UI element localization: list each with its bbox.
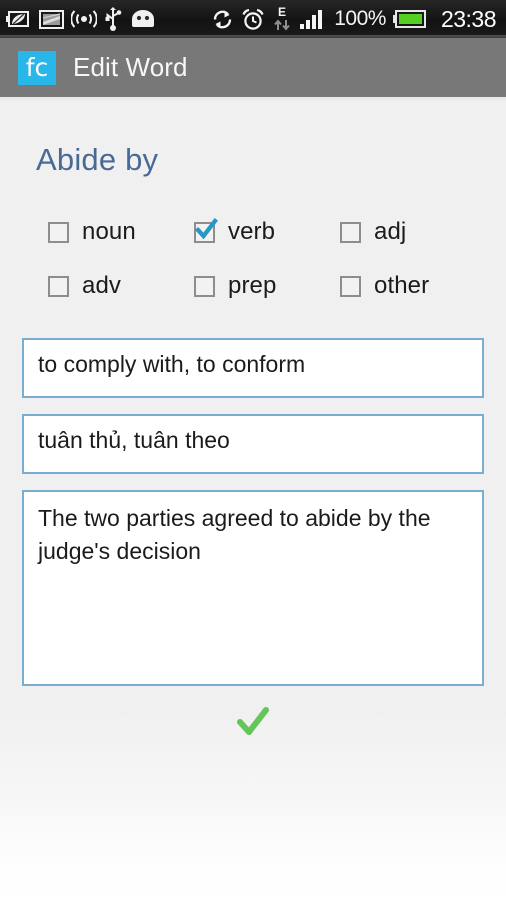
- status-bar-right-icons: E 100% 23:38: [211, 6, 498, 33]
- checkbox-box-adv[interactable]: [48, 275, 69, 297]
- checkbox-label-verb: verb: [228, 218, 276, 245]
- checkbox-item-adv[interactable]: adv: [48, 272, 194, 300]
- checkbox-box-noun[interactable]: [48, 221, 69, 243]
- svg-text:E: E: [278, 6, 286, 19]
- screenshot-icon: [39, 9, 64, 29]
- checkbox-item-noun[interactable]: noun: [48, 218, 194, 246]
- example-sentence-input[interactable]: The two parties agreed to abide by the j…: [22, 490, 484, 686]
- part-of-speech-row-1: noun verb adj: [22, 217, 486, 246]
- checkbox-box-adj[interactable]: [340, 221, 361, 243]
- app-bar: fc Edit Word: [0, 38, 506, 100]
- battery-saver-leaf-icon: [6, 11, 29, 27]
- status-bar[interactable]: E 100% 23:38: [0, 0, 506, 38]
- checkbox-item-other[interactable]: other: [340, 272, 486, 300]
- form-actions: [22, 702, 484, 742]
- word-headword: Abide by: [36, 142, 159, 177]
- status-bar-left-icons: [6, 7, 157, 31]
- battery-full-icon: [392, 10, 426, 28]
- checkbox-label-adv: adv: [82, 272, 121, 299]
- save-button[interactable]: [225, 702, 281, 742]
- checkbox-box-verb[interactable]: [194, 217, 219, 243]
- battery-percent-label: 100%: [334, 7, 386, 30]
- checkbox-item-adj[interactable]: adj: [340, 218, 486, 246]
- checkbox-item-verb[interactable]: verb: [194, 217, 340, 246]
- checkmark-icon: [194, 217, 219, 239]
- edit-word-form: Abide by noun verb adj adv prep other to…: [0, 100, 506, 900]
- checkbox-label-noun: noun: [82, 218, 136, 245]
- app-logo-icon[interactable]: fc: [18, 50, 56, 85]
- save-check-icon: [237, 707, 269, 735]
- page-title: Edit Word: [73, 52, 188, 82]
- checkbox-item-prep[interactable]: prep: [194, 272, 340, 300]
- usb-icon: [105, 7, 122, 31]
- checkbox-label-other: other: [374, 272, 430, 299]
- checkbox-box-other[interactable]: [340, 275, 361, 297]
- alarm-clock-icon: [242, 8, 264, 30]
- wifi-hotspot-icon: [71, 10, 97, 28]
- checkbox-box-prep[interactable]: [194, 275, 215, 297]
- edge-data-icon: E: [274, 6, 290, 31]
- sync-icon: [214, 10, 232, 28]
- checkbox-label-adj: adj: [374, 218, 407, 245]
- clock-label: 23:38: [440, 5, 497, 32]
- signal-bars-icon: [300, 10, 323, 29]
- part-of-speech-row-2: adv prep other: [22, 272, 484, 300]
- android-robot-icon: [132, 10, 154, 27]
- checkbox-label-prep: prep: [228, 272, 277, 299]
- definition-input[interactable]: to comply with, to conform: [22, 338, 484, 398]
- translation-input[interactable]: tuân thủ, tuân theo: [22, 414, 484, 474]
